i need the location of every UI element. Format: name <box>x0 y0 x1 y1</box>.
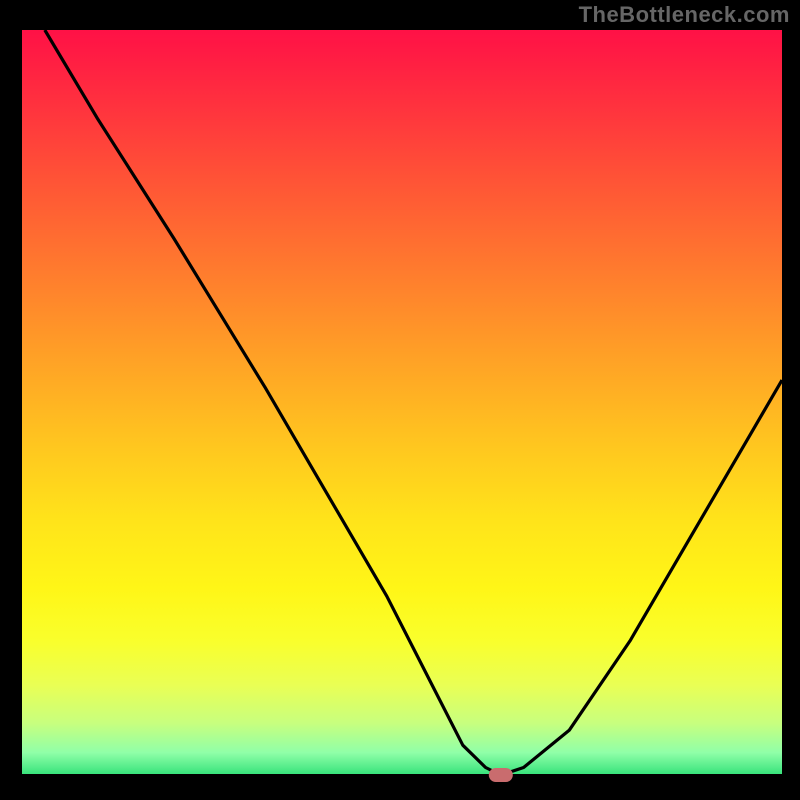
chart-stage: TheBottleneck.com <box>0 0 800 800</box>
optimal-marker <box>489 768 513 782</box>
bottleneck-chart <box>0 0 800 800</box>
plot-area <box>22 30 782 775</box>
